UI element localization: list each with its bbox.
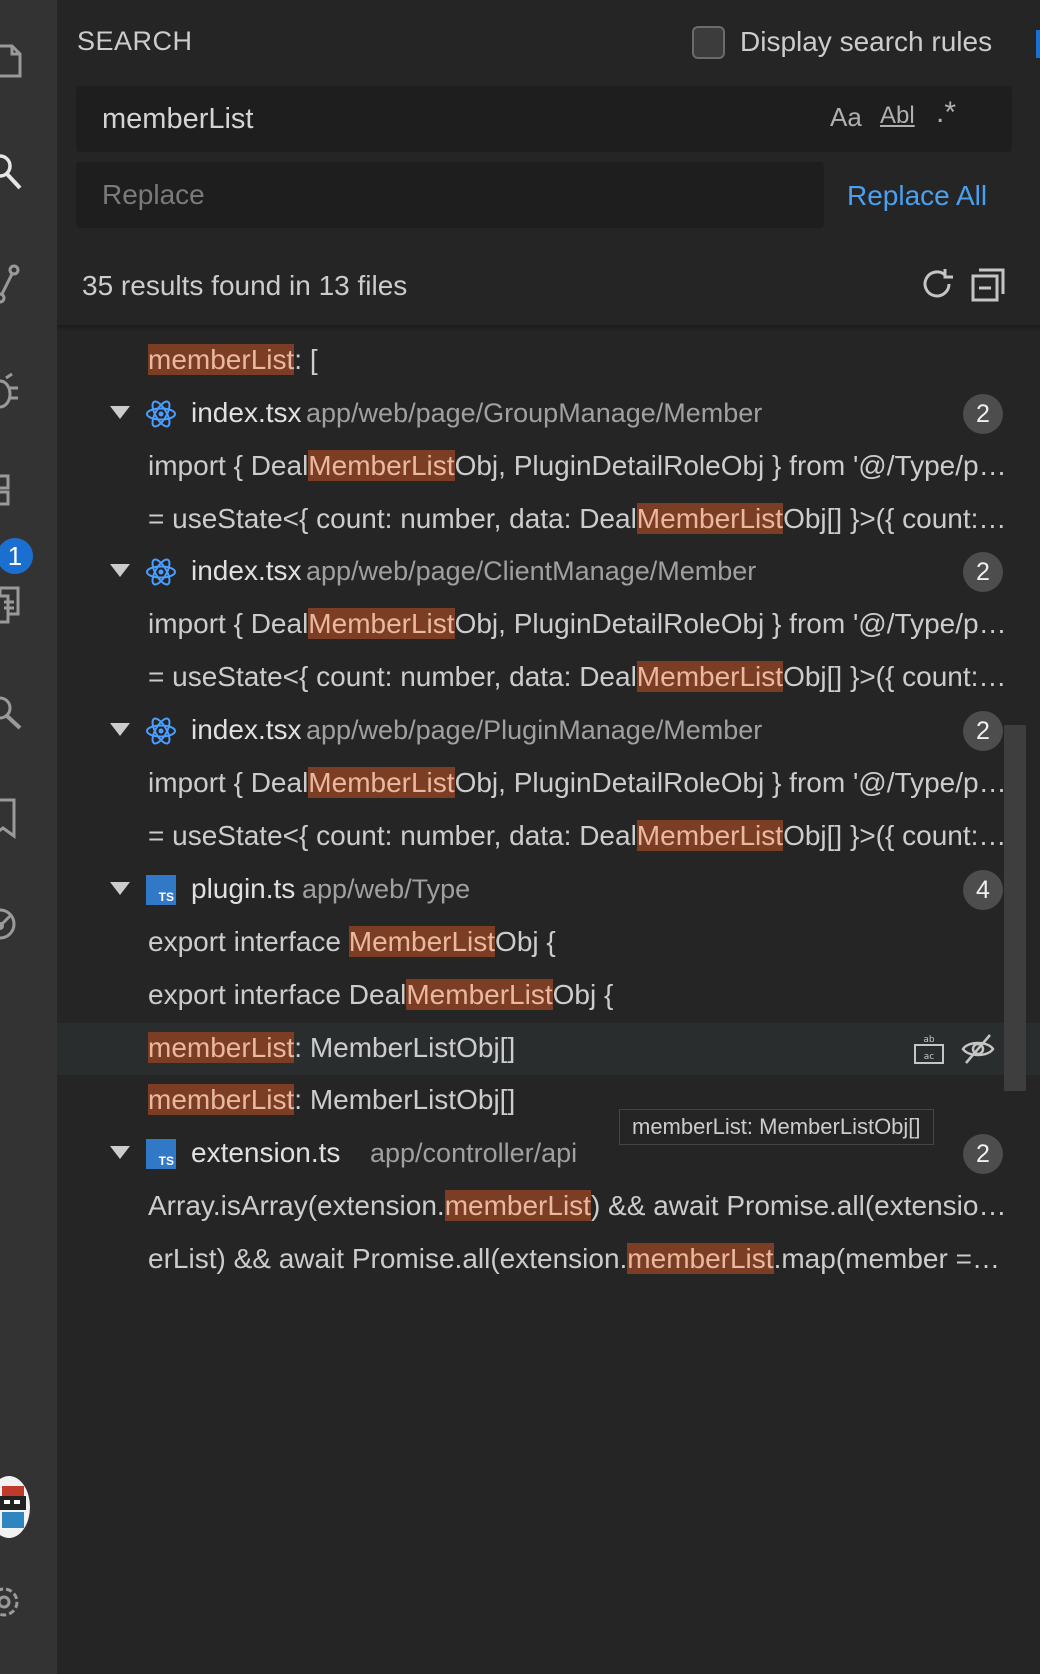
display-rules-label[interactable]: Display search rules (740, 26, 992, 58)
file-name: index.tsx (191, 397, 302, 428)
activity-bar: 1 (0, 0, 57, 1674)
file-path: app/web/page/PluginManage/Member (306, 715, 763, 745)
svg-text:ab: ab (923, 1035, 935, 1045)
file-path: app/controller/api (370, 1138, 578, 1168)
files-icon[interactable] (0, 40, 30, 84)
chevron-down-icon[interactable] (110, 406, 130, 419)
match-row[interactable]: memberList: [ (57, 335, 1040, 387)
match-row[interactable]: = useState<{ count: number, data: DealMe… (57, 652, 1040, 704)
file-row[interactable]: index.tsx app/web/page/PluginManage/Memb… (57, 705, 1040, 757)
match-row[interactable]: export interface DealMemberListObj { (57, 970, 1040, 1022)
match-count-badge: 2 (963, 1134, 1003, 1174)
search-query[interactable]: memberList (102, 103, 254, 136)
replace-match-icon[interactable]: ab ac (911, 1031, 947, 1067)
match-row[interactable]: erList) && await Promise.all(extension.m… (57, 1234, 1040, 1286)
file-path: app/web/Type (302, 874, 471, 904)
match-row[interactable]: import { DealMemberListObj, PluginDetail… (57, 599, 1040, 651)
dismiss-eye-off-icon[interactable] (960, 1031, 996, 1067)
search-sidebar: SEARCH Display search rules memberList A… (57, 0, 1040, 1674)
react-file-icon (145, 715, 177, 747)
match-count-badge: 2 (963, 711, 1003, 751)
file-row[interactable]: index.tsx app/web/page/GroupManage/Membe… (57, 388, 1040, 440)
debug-icon[interactable] (0, 370, 30, 414)
match-row-hovered[interactable]: memberList: MemberListObj[] ab ac (57, 1023, 1040, 1075)
regex-toggle[interactable]: .* (936, 96, 956, 130)
file-name: index.tsx (191, 714, 302, 745)
remote-search-icon[interactable] (0, 690, 30, 734)
replace-all-button[interactable]: Replace All (847, 180, 987, 212)
chevron-down-icon[interactable] (110, 882, 130, 895)
source-control-icon[interactable] (0, 262, 30, 306)
file-row[interactable]: index.tsx app/web/page/ClientManage/Memb… (57, 546, 1040, 598)
copy-icon[interactable] (0, 584, 30, 628)
notification-badge: 1 (0, 535, 36, 577)
match-count-badge: 2 (963, 552, 1003, 592)
match-row[interactable]: export interface MemberListObj { (57, 917, 1040, 969)
extensions-icon[interactable] (0, 472, 30, 516)
typescript-file-icon: TS (146, 1139, 176, 1169)
timeline-icon[interactable] (0, 900, 30, 944)
chevron-down-icon[interactable] (110, 564, 130, 577)
search-icon[interactable] (0, 150, 30, 194)
hover-tooltip: memberList: MemberListObj[] (619, 1109, 934, 1145)
file-path: app/web/page/GroupManage/Member (306, 398, 763, 428)
avatar[interactable] (0, 1476, 30, 1538)
match-row[interactable]: = useState<{ count: number, data: DealMe… (57, 811, 1040, 863)
settings-gear-icon[interactable] (0, 1580, 30, 1624)
panel-title: SEARCH (77, 26, 193, 56)
file-path: app/web/page/ClientManage/Member (306, 556, 757, 586)
file-name: plugin.ts (191, 873, 296, 904)
results-summary: 35 results found in 13 files (82, 270, 408, 301)
bookmark-icon[interactable] (0, 796, 30, 840)
match-case-toggle[interactable]: Aa (830, 102, 862, 133)
file-name: index.tsx (191, 555, 302, 586)
match-row[interactable]: Array.isArray(extension.memberList) && a… (57, 1181, 1040, 1233)
collapse-all-icon[interactable] (969, 266, 1007, 304)
chevron-down-icon[interactable] (110, 1146, 130, 1159)
search-input[interactable]: memberList Aa Abl .* (76, 86, 1012, 152)
react-file-icon (145, 556, 177, 588)
match-count-badge: 2 (963, 394, 1003, 434)
refresh-icon[interactable] (919, 266, 957, 304)
file-row[interactable]: TS plugin.ts app/web/Type 4 (57, 864, 1040, 916)
replace-input[interactable] (102, 176, 792, 214)
match-count-badge: 4 (963, 870, 1003, 910)
chevron-down-icon[interactable] (110, 723, 130, 736)
header-divider (57, 325, 1040, 331)
svg-text:ac: ac (924, 1052, 935, 1062)
replace-field[interactable] (76, 162, 824, 228)
display-rules-checkbox[interactable] (692, 26, 725, 59)
edge-accent (1036, 30, 1040, 58)
match-row[interactable]: = useState<{ count: number, data: DealMe… (57, 494, 1040, 546)
match-row[interactable]: import { DealMemberListObj, PluginDetail… (57, 758, 1040, 810)
results-scrollbar[interactable] (1004, 725, 1026, 1091)
react-file-icon (145, 398, 177, 430)
typescript-file-icon: TS (146, 875, 176, 905)
match-whole-word-toggle[interactable]: Abl (880, 102, 915, 130)
match-row[interactable]: import { DealMemberListObj, PluginDetail… (57, 441, 1040, 493)
file-name: extension.ts (191, 1137, 341, 1168)
